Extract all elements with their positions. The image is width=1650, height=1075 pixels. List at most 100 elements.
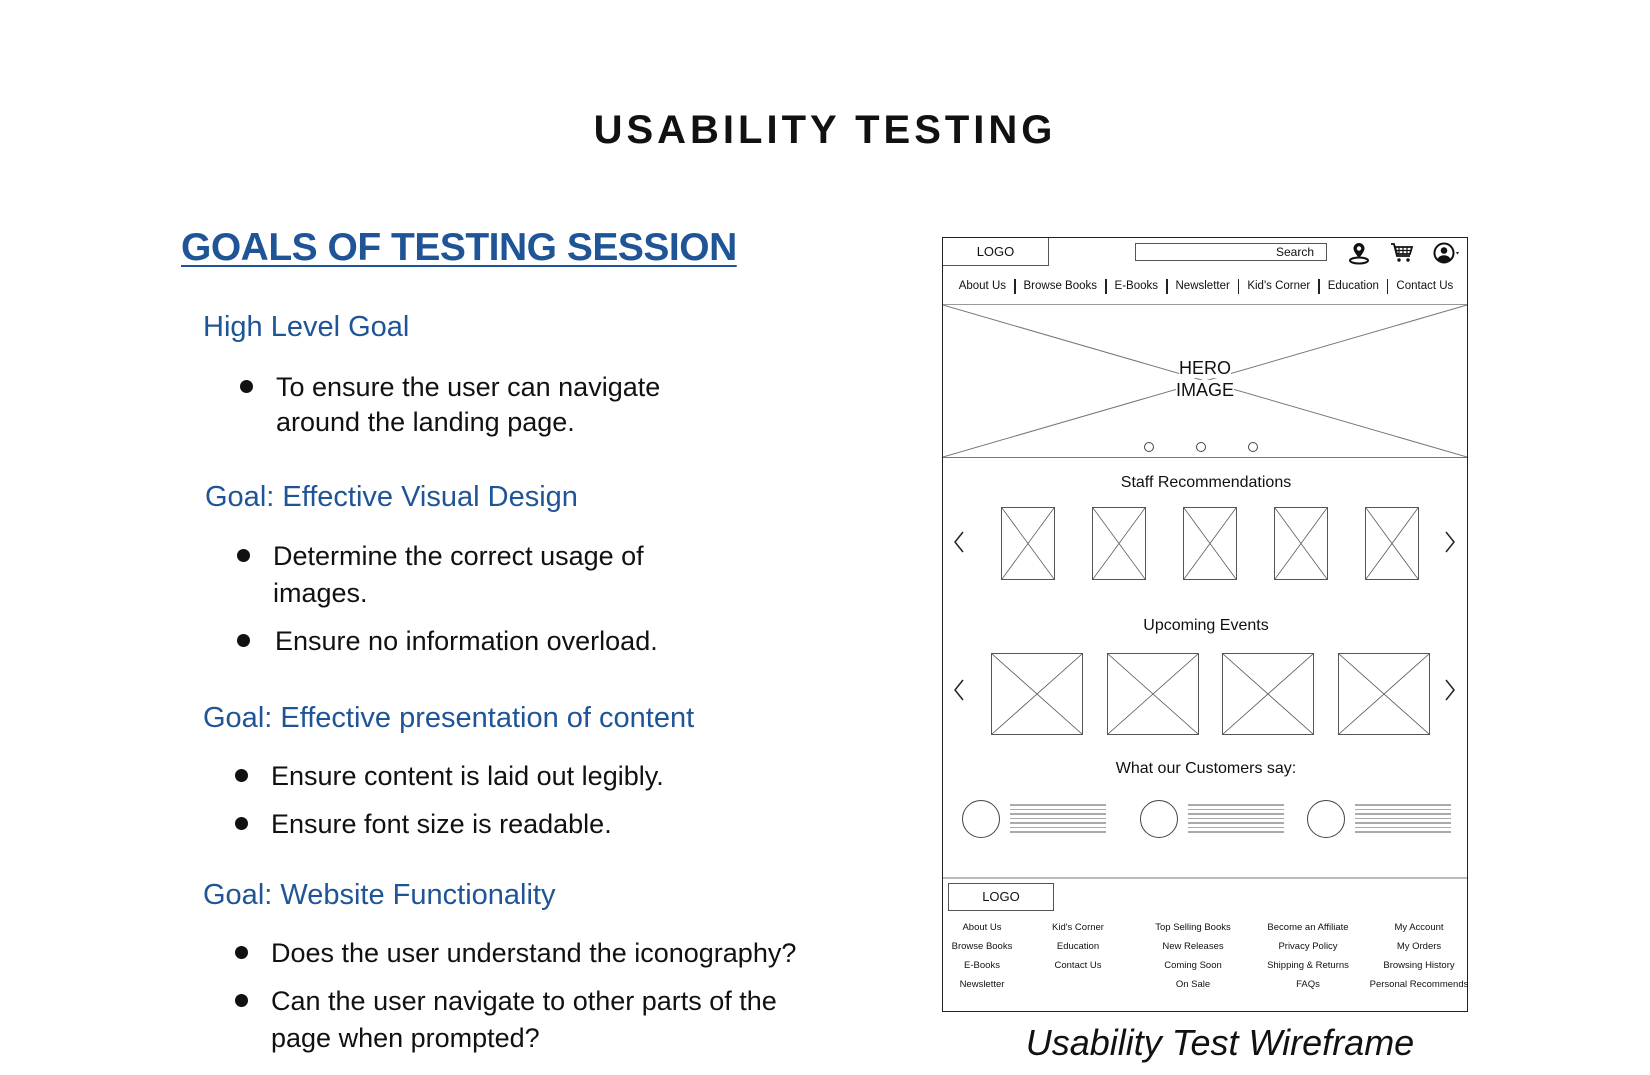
footer-link[interactable]: Become an Affiliate	[1248, 918, 1368, 937]
footer-link[interactable]: New Releases	[1133, 937, 1253, 956]
goal-heading-visual-design: Goal: Effective Visual Design	[205, 481, 578, 513]
testimonials-row	[943, 799, 1469, 841]
image-placeholder-icon	[1184, 508, 1236, 579]
goal-bullet: Can the user navigate to other parts of …	[235, 983, 795, 1055]
nav-item[interactable]: E-Books	[1115, 280, 1158, 292]
bullet-dot	[237, 549, 250, 562]
nav-item[interactable]: About Us	[959, 280, 1006, 292]
carousel-dot[interactable]	[1196, 442, 1206, 452]
image-placeholder-icon	[1002, 508, 1054, 579]
upcoming-events-row	[943, 653, 1469, 737]
upcoming-events-title: Upcoming Events	[1143, 617, 1269, 634]
testimonial	[1307, 799, 1457, 841]
hero-image-placeholder: HERO IMAGE	[943, 304, 1467, 458]
testimonial	[1140, 799, 1290, 841]
staff-recommendation-card[interactable]	[1092, 507, 1146, 580]
nav-item[interactable]: Newsletter	[1176, 280, 1230, 292]
goal-bullet: Ensure no information overload.	[237, 623, 658, 659]
footer-link[interactable]: Browsing History	[1359, 956, 1479, 975]
image-placeholder-icon	[1366, 508, 1418, 579]
location-pin-icon[interactable]	[1348, 241, 1370, 265]
customer-avatar	[1140, 800, 1178, 838]
staff-recommendation-card[interactable]	[1001, 507, 1055, 580]
footer-link[interactable]: Top Selling Books	[1133, 918, 1253, 937]
footer-link[interactable]: Education	[1018, 937, 1138, 956]
bullet-text-line: around the landing page.	[276, 407, 575, 437]
wireframe-logo[interactable]: LOGO	[943, 238, 1049, 266]
goals-heading: GOALS OF TESTING SESSION	[181, 226, 737, 269]
nav-item[interactable]: Contact Us	[1396, 280, 1453, 292]
bullet-dot	[240, 380, 253, 393]
staff-recommendation-card[interactable]	[1183, 507, 1237, 580]
nav-item[interactable]: Browse Books	[1024, 280, 1098, 292]
bullet-text-line: page when prompted?	[271, 1023, 540, 1053]
event-card[interactable]	[1106, 653, 1199, 735]
goal-bullet: Does the user understand the iconography…	[235, 935, 797, 971]
bullet-dot	[235, 817, 248, 830]
nav-separator	[1014, 278, 1016, 294]
footer-column: Become an Affiliate Privacy Policy Shippin…	[1248, 918, 1368, 994]
bullet-text-line: Ensure no information overload.	[275, 626, 658, 656]
bullet-text-line: images.	[273, 578, 368, 608]
nav-item[interactable]: Education	[1328, 280, 1379, 292]
customer-avatar	[962, 800, 1000, 838]
carousel-dot[interactable]	[1248, 442, 1258, 452]
wireframe-caption: Usability Test Wireframe	[1025, 1022, 1415, 1063]
footer-links: About Us Browse Books E-Books Newsletter Kid…	[943, 918, 1469, 998]
footer-link[interactable]: Privacy Policy	[1248, 937, 1368, 956]
bullet-text-line: Can the user navigate to other parts of …	[271, 986, 777, 1016]
testimonial	[962, 799, 1112, 841]
goal-heading-high-level: High Level Goal	[203, 311, 410, 343]
goal-heading-functionality: Goal: Website Functionality	[203, 879, 556, 911]
bullet-dot	[235, 946, 248, 959]
event-card[interactable]	[1337, 653, 1430, 735]
wireframe-nav: About Us Browse Books E-Books Newsletter…	[943, 276, 1469, 296]
goal-bullet: Ensure content is laid out legibly.	[235, 758, 664, 794]
goal-bullet: To ensure the user can navigate around t…	[240, 369, 660, 441]
staff-recommendation-card[interactable]	[1274, 507, 1328, 580]
image-placeholder-icon	[992, 654, 1082, 734]
image-placeholder-icon	[1275, 508, 1327, 579]
bullet-dot	[235, 994, 248, 1007]
footer-link[interactable]: Shipping & Returns	[1248, 956, 1368, 975]
footer-link[interactable]: Personal Recommends	[1359, 975, 1479, 994]
bullet-text-line: Ensure font size is readable.	[271, 809, 612, 839]
staff-recommendations-title: Staff Recommendations	[1120, 474, 1292, 491]
page-title: USABILITY TESTING	[593, 108, 1057, 152]
nav-separator	[1105, 278, 1107, 294]
bullet-text-line: Does the user understand the iconography…	[271, 938, 797, 968]
footer-link[interactable]: My Orders	[1359, 937, 1479, 956]
carousel-dot[interactable]	[1144, 442, 1154, 452]
footer-link[interactable]: On Sale	[1133, 975, 1253, 994]
image-placeholder-icon	[1223, 654, 1313, 734]
nav-item[interactable]: Kid's Corner	[1247, 280, 1310, 292]
footer-link[interactable]: FAQs	[1248, 975, 1368, 994]
nav-separator	[1386, 278, 1389, 294]
shopping-cart-icon[interactable]	[1390, 242, 1414, 264]
bullet-dot	[235, 769, 248, 782]
footer-link[interactable]: Contact Us	[1018, 956, 1138, 975]
footer-column: Top Selling Books New Releases Coming Soon…	[1133, 918, 1253, 994]
customer-avatar	[1307, 800, 1345, 838]
goal-heading-presentation: Goal: Effective presentation of content	[203, 702, 695, 734]
nav-separator	[1166, 278, 1168, 294]
footer-logo[interactable]: LOGO	[948, 883, 1054, 911]
wireframe-search-input[interactable]: Search	[1135, 243, 1327, 261]
nav-separator	[1318, 278, 1320, 294]
wireframe: LOGO Search About Us Browse Books E-Book…	[942, 237, 1468, 1012]
event-card[interactable]	[991, 653, 1083, 735]
testimonial-text-lines	[1188, 804, 1284, 833]
bullet-text-line: To ensure the user can navigate	[276, 372, 661, 402]
footer-column: Kid's Corner Education Contact Us	[1018, 918, 1138, 975]
footer-link[interactable]: Coming Soon	[1133, 956, 1253, 975]
event-card[interactable]	[1222, 653, 1314, 735]
footer-link[interactable]: My Account	[1359, 918, 1479, 937]
footer-link[interactable]: Newsletter	[922, 975, 1042, 994]
image-placeholder-icon	[1338, 654, 1429, 734]
image-placeholder-icon	[1107, 654, 1198, 734]
bullet-dot	[237, 634, 250, 647]
testimonial-text-lines	[1010, 804, 1106, 833]
staff-recommendation-card[interactable]	[1365, 507, 1419, 580]
user-account-icon[interactable]	[1433, 242, 1463, 264]
footer-link[interactable]: Kid's Corner	[1018, 918, 1138, 937]
